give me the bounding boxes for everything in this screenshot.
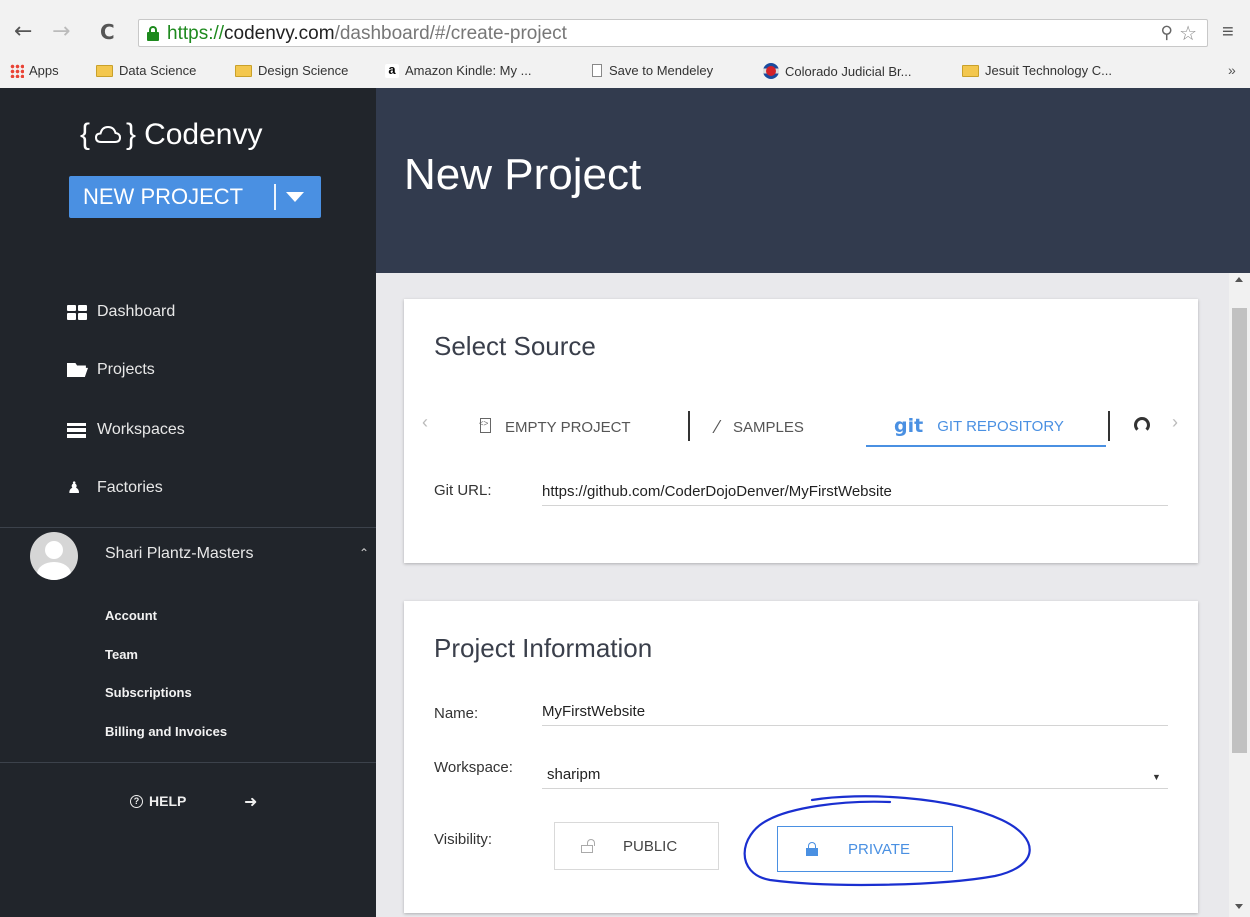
sidebar-item-projects[interactable]: Projects [67,355,155,385]
folder-open-icon [67,363,88,377]
select-source-card: Select Source ‹ EMPTY PROJECT ⁄ SAMPLES … [404,299,1198,563]
dashboard-icon [67,304,87,320]
project-name-input[interactable]: MyFirstWebsite [542,703,645,720]
sidebar-item-workspaces[interactable]: Workspaces [67,415,185,445]
sidebar-item-subscriptions[interactable]: Subscriptions [105,685,192,700]
amazon-icon: a [385,63,399,78]
logout-icon[interactable]: ➜ [244,792,257,812]
chevron-right-icon[interactable]: › [1172,412,1178,433]
bookmark-colorado-judicial[interactable]: Colorado Judicial Br... [763,63,911,79]
rocket-icon: ♟ [67,480,82,497]
scroll-down-icon[interactable] [1235,904,1243,909]
colorado-flag-icon [763,63,779,79]
project-information-title: Project Information [434,633,653,663]
caret-down-icon[interactable]: ▼ [1152,772,1161,782]
tab-samples[interactable]: ⁄ SAMPLES [716,407,804,447]
folder-icon [96,64,113,77]
user-name: Shari Plantz-Masters [105,545,254,562]
logo-text: Codenvy [144,118,263,151]
browser-chrome: ← → C https://codenvy.com/dashboard/#/cr… [0,0,1250,88]
tab-git-repository[interactable]: git GIT REPOSITORY [866,407,1106,447]
visibility-public-button[interactable]: PUBLIC [554,822,719,870]
bookmark-mendeley[interactable]: Save to Mendeley [592,63,713,78]
bookmarks-bar: Apps Data Science Design Science a Amazon… [0,59,1250,85]
address-bar[interactable]: https://codenvy.com/dashboard/#/create-p… [138,19,1208,47]
sidebar-item-billing[interactable]: Billing and Invoices [105,724,227,739]
page-scrollbar[interactable] [1229,273,1250,917]
empty-project-icon [479,417,491,433]
sidebar-divider [0,762,376,763]
scroll-up-icon[interactable] [1235,277,1243,282]
bookmark-star-icon[interactable]: ☆ [1179,21,1197,46]
caret-down-icon[interactable] [286,192,304,202]
sidebar-item-dashboard[interactable]: Dashboard [67,297,175,327]
new-project-button[interactable]: NEW PROJECT [69,176,321,218]
sidebar-item-factories[interactable]: ♟ Factories [67,473,163,503]
bookmark-amazon-kindle[interactable]: a Amazon Kindle: My ... [385,63,531,78]
user-menu-toggle[interactable]: Shari Plantz-Masters ⌃ [30,532,376,580]
question-circle-icon: ? [130,794,143,808]
source-tabs: ‹ EMPTY PROJECT ⁄ SAMPLES git GIT REPOSI… [404,395,1198,451]
reload-icon[interactable]: C [100,19,115,45]
github-icon[interactable] [1134,417,1150,433]
bookmark-design-science[interactable]: Design Science [235,63,348,78]
sidebar: { } Codenvy NEW PROJECT Dashboard Projec… [0,88,376,917]
workspace-select[interactable]: sharipm [547,766,600,783]
avatar [30,532,78,580]
git-url-input[interactable]: https://github.com/CoderDojoDenver/MyFir… [542,483,892,500]
folder-icon [962,64,979,77]
unlock-icon [581,839,595,853]
folder-icon [235,64,252,77]
sidebar-item-account[interactable]: Account [105,608,157,623]
new-project-label: NEW PROJECT [83,184,244,209]
logo-brace-close: } [126,118,137,151]
lock-icon [806,842,818,856]
browser-menu-icon[interactable]: ≡ [1222,21,1234,44]
bookmark-apps[interactable]: Apps [10,63,59,78]
forward-arrow-icon[interactable]: → [52,19,70,45]
chevron-left-icon[interactable]: ‹ [422,412,428,433]
visibility-label: Visibility: [434,831,493,848]
tab-empty-project[interactable]: EMPTY PROJECT [479,407,631,447]
bookmarks-overflow[interactable]: » [1228,62,1236,78]
git-url-label: Git URL: [434,482,492,499]
zoom-icon[interactable]: ⚲ [1161,23,1173,43]
logo-brace-open: { [80,118,91,151]
bookmark-data-science[interactable]: Data Science [96,63,196,78]
magic-wand-icon: ⁄ [716,416,720,437]
sidebar-header: { } Codenvy NEW PROJECT [0,88,376,273]
apps-grid-icon [10,63,24,78]
sidebar-item-team[interactable]: Team [105,647,138,662]
codenvy-logo[interactable]: { } Codenvy [80,118,262,152]
cloud-icon [95,125,122,143]
page-header: New Project [376,88,1250,273]
main-content: Select Source ‹ EMPTY PROJECT ⁄ SAMPLES … [376,273,1250,917]
page-title: New Project [404,150,642,199]
help-link[interactable]: ? HELP [130,793,186,809]
document-icon [592,64,602,77]
sidebar-divider [0,527,376,528]
git-icon: git [894,415,924,437]
workspaces-icon [67,422,86,438]
browser-toolbar: ← → C https://codenvy.com/dashboard/#/cr… [0,17,1250,49]
scroll-thumb[interactable] [1232,308,1247,753]
name-label: Name: [434,705,479,722]
visibility-private-button[interactable]: PRIVATE [777,826,953,872]
bookmark-jesuit-technology[interactable]: Jesuit Technology C... [962,63,1112,78]
project-information-card: Project Information Name: MyFirstWebsite… [404,601,1198,913]
select-source-title: Select Source [434,331,596,361]
chevron-up-icon[interactable]: ⌃ [359,546,369,560]
back-arrow-icon[interactable]: ← [14,19,32,45]
secure-lock-icon [147,26,159,41]
workspace-label: Workspace: [434,759,513,776]
url-text: https://codenvy.com/dashboard/#/create-p… [167,23,567,44]
